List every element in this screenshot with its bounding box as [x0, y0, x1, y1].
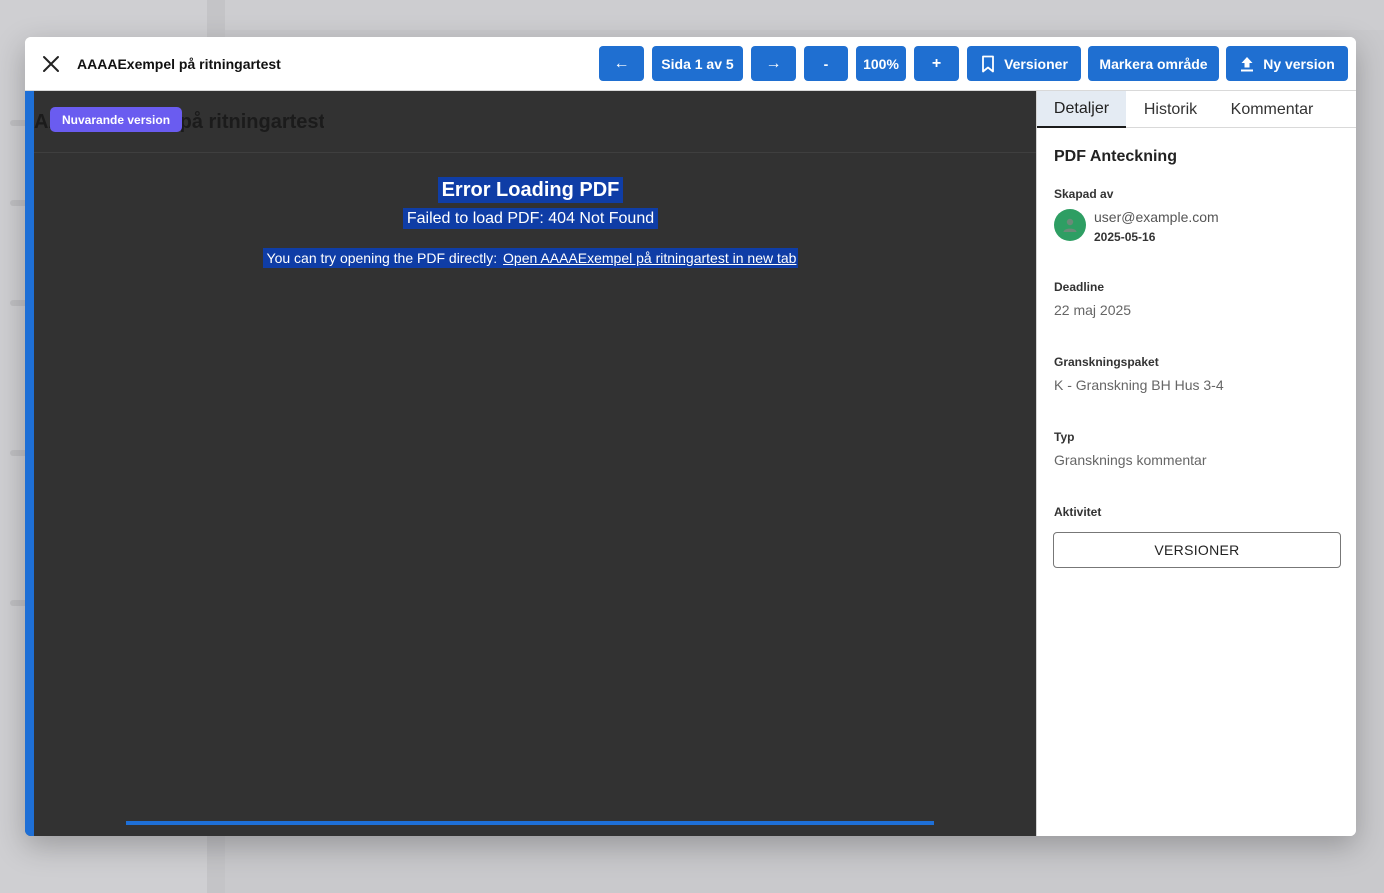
- bookmark-icon: [982, 55, 994, 72]
- open-directly-hint: You can try opening the PDF directly: Op…: [25, 248, 1036, 268]
- versions-toolbar-button[interactable]: Versioner: [967, 46, 1081, 81]
- versions-button[interactable]: VERSIONER: [1053, 532, 1341, 568]
- created-date: 2025-05-16: [1094, 230, 1156, 244]
- hint-text-label: You can try opening the PDF directly:: [266, 250, 498, 266]
- modal-toolbar: AAAAExempel på ritningartest ← Sida 1 av…: [25, 37, 1356, 91]
- next-page-button[interactable]: →: [751, 46, 796, 81]
- tab-history[interactable]: Historik: [1126, 91, 1215, 128]
- new-version-label: Ny version: [1263, 55, 1335, 72]
- prev-page-button[interactable]: ←: [599, 46, 644, 81]
- zoom-level-button[interactable]: 100%: [856, 46, 906, 81]
- current-version-badge: Nuvarande version: [50, 107, 183, 132]
- zoom-in-button[interactable]: +: [914, 46, 959, 81]
- package-value: K - Granskning BH Hus 3-4: [1054, 377, 1224, 393]
- tab-details[interactable]: Detaljer: [1037, 91, 1126, 128]
- error-title: Error Loading PDF: [25, 177, 1036, 203]
- document-title: AAAAExempel på ritningartest: [77, 56, 281, 72]
- versions-toolbar-label: Versioner: [1004, 55, 1068, 72]
- page-indicator-button[interactable]: Sida 1 av 5: [652, 46, 743, 81]
- avatar: [1054, 209, 1086, 241]
- close-icon: [43, 56, 59, 72]
- pdf-viewer-modal: AAAAExempel på ritningartest ← Sida 1 av…: [25, 37, 1356, 836]
- open-in-new-tab-link[interactable]: Open AAAAExempel på ritningartest in new…: [503, 250, 796, 266]
- error-message-text: Failed to load PDF: 404 Not Found: [402, 208, 659, 229]
- mark-area-button[interactable]: Markera område: [1088, 46, 1219, 81]
- package-label: Granskningspaket: [1054, 355, 1159, 369]
- details-panel: Detaljer Historik Kommentar PDF Anteckni…: [1036, 91, 1356, 836]
- user-icon: [1063, 218, 1077, 232]
- panel-tabs: Detaljer Historik Kommentar: [1037, 91, 1356, 128]
- error-message: Failed to load PDF: 404 Not Found: [25, 208, 1036, 229]
- new-version-button[interactable]: Ny version: [1226, 46, 1348, 81]
- type-value: Gransknings kommentar: [1054, 452, 1207, 468]
- tab-comment[interactable]: Kommentar: [1215, 91, 1329, 128]
- deadline-label: Deadline: [1054, 280, 1105, 294]
- pdf-viewer-area: AAAAExempel på ritningartest Nuvarande v…: [25, 91, 1036, 836]
- viewer-header: AAAAExempel på ritningartest Nuvarande v…: [34, 91, 1036, 153]
- upload-icon: [1241, 56, 1254, 71]
- zoom-out-button[interactable]: -: [804, 46, 848, 81]
- loading-progress-bar: [126, 821, 934, 825]
- panel-heading: PDF Anteckning: [1054, 148, 1177, 165]
- viewer-accent-bar: [25, 91, 34, 836]
- background-header: [225, 0, 1384, 30]
- close-button[interactable]: [39, 52, 63, 76]
- activity-label: Aktivitet: [1054, 505, 1102, 519]
- hint-text: You can try opening the PDF directly: Op…: [262, 248, 799, 268]
- creator-email: user@example.com: [1094, 209, 1219, 225]
- error-title-text: Error Loading PDF: [437, 177, 624, 203]
- type-label: Typ: [1054, 430, 1075, 444]
- deadline-value: 22 maj 2025: [1054, 302, 1132, 318]
- created-by-label: Skapad av: [1054, 187, 1114, 201]
